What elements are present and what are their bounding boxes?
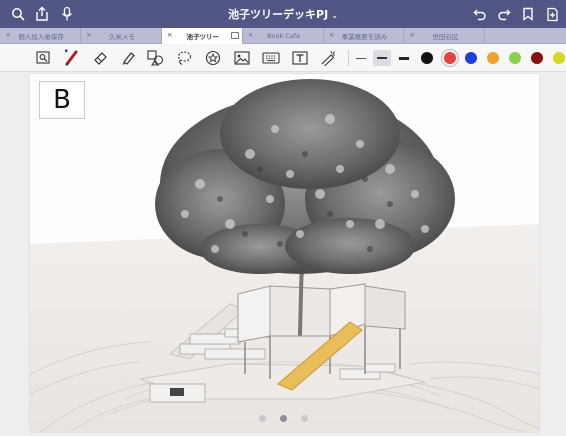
color-swatch-black[interactable] [421,52,433,64]
close-tab-icon[interactable]: × [329,31,335,39]
page-dot-1[interactable] [258,415,266,422]
color-swatch-yellow[interactable] [553,52,565,64]
document-title-text: 池子ツリーデッキPJ [228,8,329,21]
tab-strip: × 個人加入者保存 × 久米メモ × 池子ツリー × Book Cafe × 事業概要を読… [0,28,566,44]
keyboard-icon[interactable] [261,48,281,68]
close-tab-icon[interactable]: × [5,31,11,39]
close-tab-icon[interactable]: × [86,31,92,39]
color-swatch-green[interactable] [509,52,521,64]
tab-1[interactable]: × 久米メモ [81,28,162,44]
page-indicator [0,415,566,422]
bookmark-icon[interactable] [518,4,538,24]
tab-6[interactable] [485,28,566,44]
lasso-zoom-icon[interactable] [34,48,54,68]
line-width-thick[interactable] [395,50,413,66]
pen-icon[interactable] [62,48,82,68]
close-tab-icon[interactable]: × [167,31,173,39]
note-page[interactable]: B [30,74,539,432]
boxed-letter[interactable]: B [39,81,85,119]
laser-pointer-icon[interactable] [318,48,338,68]
sticker-icon[interactable] [203,48,223,68]
toolbar-divider [348,50,349,66]
tab-3[interactable]: × Book Cafe [243,28,324,44]
split-view-icon[interactable] [230,32,239,39]
title-bar: 池子ツリーデッキPJ ⌄ [0,0,566,28]
text-box-icon[interactable] [290,48,310,68]
image-icon[interactable] [232,48,252,68]
tab-label: 久米メモ [108,33,135,41]
redo-icon[interactable] [494,4,514,24]
page-dot-2-current[interactable] [279,415,287,422]
lasso-icon[interactable] [174,48,194,68]
tool-bar [0,44,566,72]
page-dot-3[interactable] [300,415,308,422]
tab-label: 世田谷区 [432,33,459,41]
close-tab-icon[interactable]: × [248,31,254,39]
tab-label: 事業概要を読み [341,33,388,41]
color-swatch-orange[interactable] [487,52,499,64]
close-tab-icon[interactable]: × [409,31,415,39]
line-width-medium[interactable] [373,50,391,66]
eraser-icon[interactable] [90,48,110,68]
tab-0[interactable]: × 個人加入者保存 [0,28,81,44]
tab-2-active[interactable]: × 池子ツリー [161,28,243,44]
treehouse-image[interactable] [30,74,539,432]
tab-label: Book Cafe [267,32,301,40]
tab-label: 池子ツリー [186,33,219,41]
tab-5[interactable]: × 世田谷区 [404,28,486,44]
color-swatch-dark-red[interactable] [531,52,543,64]
add-page-icon[interactable] [542,4,562,24]
tab-4[interactable]: × 事業概要を読み [324,28,405,44]
shapes-icon[interactable] [146,48,166,68]
tab-label: 個人加入者保存 [18,33,64,41]
undo-icon[interactable] [470,4,490,24]
color-swatch-blue[interactable] [465,52,477,64]
color-swatch-red[interactable] [444,52,456,64]
line-width-thin[interactable] [352,50,370,66]
chevron-down-icon: ⌄ [331,11,338,20]
highlighter-icon[interactable] [118,48,138,68]
note-canvas[interactable]: B [0,72,566,436]
